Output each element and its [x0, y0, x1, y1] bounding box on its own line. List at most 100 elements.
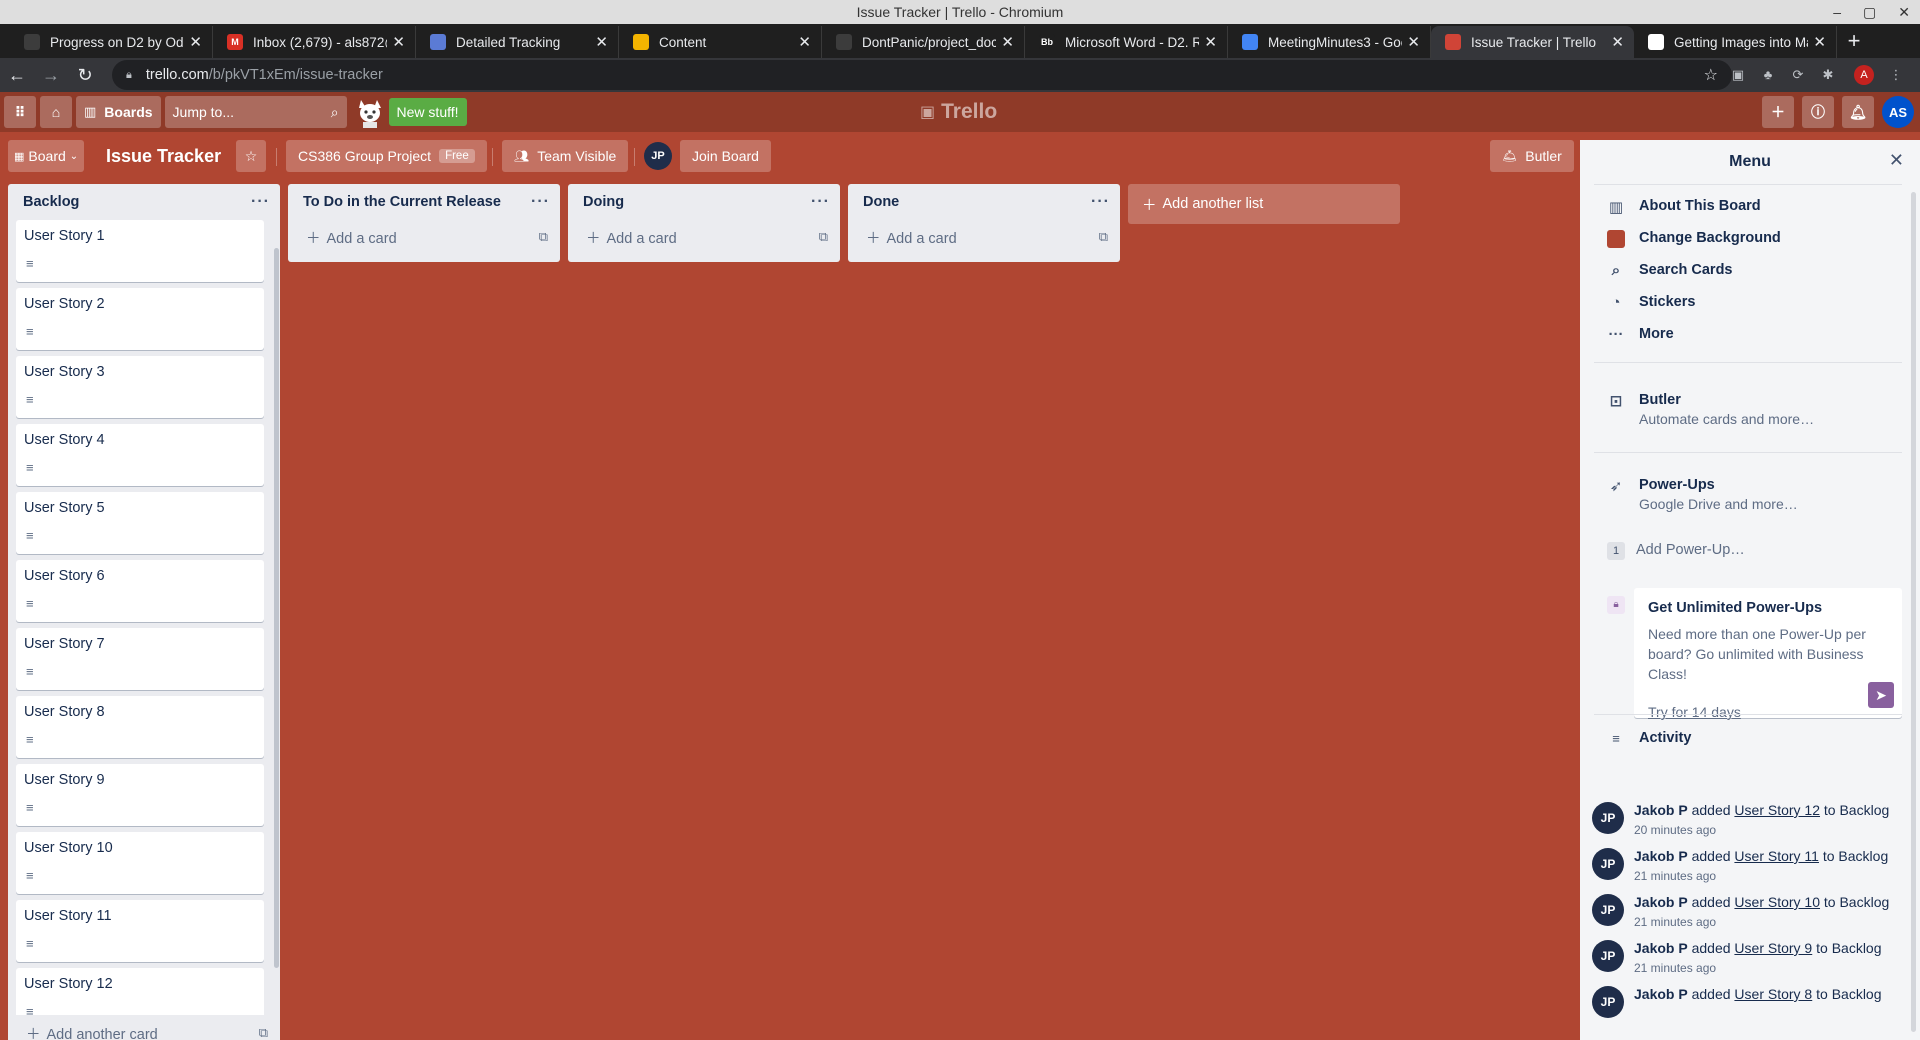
board-title[interactable]: Issue Tracker — [106, 142, 221, 170]
card[interactable]: User Story 7 ≡ — [16, 628, 264, 690]
minimize-icon[interactable]: – — [1833, 0, 1841, 24]
list-menu-icon[interactable]: ··· — [531, 193, 550, 211]
info-icon[interactable]: ⓘ — [1802, 96, 1834, 128]
menu-item-change-background[interactable]: Change Background — [1607, 230, 1781, 252]
back-icon[interactable]: ← — [0, 65, 34, 86]
chrome-menu-icon[interactable]: ⋮ — [1886, 65, 1906, 85]
butler-button[interactable]: 🛎︎ Butler — [1490, 140, 1574, 172]
tab-close-icon[interactable]: ✕ — [798, 33, 811, 51]
member-avatar[interactable]: JP — [1592, 802, 1624, 834]
activity-user[interactable]: Jakob P — [1634, 986, 1688, 1002]
url-input[interactable]: 🔒︎ trello.com/b/pkVT1xEm/issue-tracker ☆ — [112, 60, 1732, 90]
menu-scrollbar[interactable] — [1911, 192, 1916, 1032]
card[interactable]: User Story 2 ≡ — [16, 288, 264, 350]
activity-user[interactable]: Jakob P — [1634, 940, 1688, 956]
try-free-link[interactable]: Try for 14 days — [1648, 704, 1741, 720]
tab-close-icon[interactable]: ✕ — [1407, 33, 1420, 51]
tab-close-icon[interactable]: ✕ — [1204, 33, 1217, 51]
menu-item-powerups[interactable]: ➶ Power-Ups Google Drive and more… — [1607, 477, 1798, 512]
trello-logo[interactable]: ▣ Trello — [920, 100, 997, 124]
maximize-icon[interactable]: ▢ — [1863, 0, 1876, 24]
member-avatar[interactable]: JP — [644, 142, 672, 170]
join-board-button[interactable]: Join Board — [680, 140, 771, 172]
puzzle-icon[interactable]: ✱ — [1818, 65, 1838, 85]
add-powerup-link[interactable]: Add Power-Up… — [1636, 542, 1745, 558]
list-title[interactable]: To Do in the Current Release — [303, 194, 501, 210]
extension-icon[interactable]: ♣ — [1758, 65, 1778, 85]
activity-card-link[interactable]: User Story 12 — [1734, 802, 1820, 818]
visibility-button[interactable]: 👥︎ Team Visible — [502, 140, 629, 172]
browser-tab[interactable]: Progress on D2 by Odd ✕ — [10, 26, 213, 58]
team-button[interactable]: CS386 Group Project Free — [286, 140, 487, 172]
browser-tab[interactable]: Issue Tracker | Trello ✕ — [1431, 26, 1634, 58]
list-scrollbar[interactable] — [274, 248, 279, 968]
member-avatar[interactable]: JP — [1592, 894, 1624, 926]
menu-item-butler[interactable]: ⊡ Butler Automate cards and more… — [1607, 392, 1814, 427]
add-list-button[interactable]: ＋ Add another list — [1128, 184, 1400, 224]
jump-to-search[interactable]: Jump to... ⌕ — [164, 96, 347, 128]
tab-close-icon[interactable]: ✕ — [1001, 33, 1014, 51]
list-title[interactable]: Done — [863, 194, 899, 210]
list-menu-icon[interactable]: ··· — [811, 193, 830, 211]
activity-user[interactable]: Jakob P — [1634, 848, 1688, 864]
card-template-icon[interactable]: ⧉ — [259, 1025, 268, 1040]
add-card-button[interactable]: ＋ Add a card ⧉ — [568, 220, 840, 254]
card[interactable]: User Story 8 ≡ — [16, 696, 264, 758]
card[interactable]: User Story 11 ≡ — [16, 900, 264, 962]
tab-close-icon[interactable]: ✕ — [392, 33, 405, 51]
member-avatar[interactable]: JP — [1592, 848, 1624, 880]
menu-item-about[interactable]: ▥ About This Board — [1607, 198, 1761, 216]
browser-tab[interactable]: Bb Microsoft Word - D2. Re ✕ — [1025, 26, 1228, 58]
card-template-icon[interactable]: ⧉ — [819, 229, 828, 245]
create-button[interactable]: ＋ — [1762, 96, 1794, 128]
new-tab-button[interactable]: + — [1837, 26, 1871, 58]
user-avatar[interactable]: AS — [1882, 96, 1914, 128]
list-menu-icon[interactable]: ··· — [251, 193, 270, 211]
browser-tab[interactable]: DontPanic/project_doc ✕ — [822, 26, 1025, 58]
profile-avatar[interactable]: A — [1854, 65, 1874, 85]
reload-icon[interactable]: ↻ — [68, 65, 102, 86]
extension-icon[interactable]: ⟳ — [1788, 65, 1808, 85]
browser-tab[interactable]: Getting Images into Ma ✕ — [1634, 26, 1837, 58]
activity-card-link[interactable]: User Story 8 — [1734, 986, 1812, 1002]
card-template-icon[interactable]: ⧉ — [1099, 229, 1108, 245]
list-title[interactable]: Backlog — [23, 194, 79, 210]
list-title[interactable]: Doing — [583, 194, 624, 210]
card[interactable]: User Story 12 ≡ — [16, 968, 264, 1015]
list-menu-icon[interactable]: ··· — [1091, 193, 1110, 211]
member-avatar[interactable]: JP — [1592, 940, 1624, 972]
new-stuff-button[interactable]: New stuff! — [388, 98, 467, 126]
tab-close-icon[interactable]: ✕ — [189, 33, 202, 51]
forward-icon[interactable]: → — [34, 65, 68, 86]
activity-card-link[interactable]: User Story 9 — [1734, 940, 1812, 956]
add-card-button[interactable]: ＋ Add a card ⧉ — [288, 220, 560, 254]
activity-user[interactable]: Jakob P — [1634, 894, 1688, 910]
taco-mascot-icon[interactable] — [355, 96, 385, 128]
boards-button[interactable]: ▥ Boards — [76, 96, 161, 128]
card[interactable]: User Story 3 ≡ — [16, 356, 264, 418]
apps-icon[interactable]: ⠿ — [4, 96, 36, 128]
card-template-icon[interactable]: ⧉ — [539, 229, 548, 245]
card[interactable]: User Story 4 ≡ — [16, 424, 264, 486]
activity-user[interactable]: Jakob P — [1634, 802, 1688, 818]
star-board-icon[interactable]: ☆ — [236, 140, 266, 172]
activity-card-link[interactable]: User Story 10 — [1734, 894, 1820, 910]
board-view-switcher[interactable]: ▦ Board ⌄ — [8, 140, 85, 172]
tab-close-icon[interactable]: ✕ — [1611, 33, 1624, 51]
add-card-button[interactable]: ＋ Add another card ⧉ — [8, 1016, 280, 1040]
menu-item-search-cards[interactable]: ⌕ Search Cards — [1607, 262, 1733, 279]
add-card-button[interactable]: ＋ Add a card ⧉ — [848, 220, 1120, 254]
extension-icon[interactable]: ▣ — [1728, 65, 1748, 85]
tab-close-icon[interactable]: ✕ — [595, 33, 608, 51]
notifications-icon[interactable]: 🔔︎ — [1842, 96, 1874, 128]
browser-tab[interactable]: MeetingMinutes3 - Goo ✕ — [1228, 26, 1431, 58]
card[interactable]: User Story 9 ≡ — [16, 764, 264, 826]
tab-close-icon[interactable]: ✕ — [1813, 33, 1826, 51]
browser-tab[interactable]: Content ✕ — [619, 26, 822, 58]
card[interactable]: User Story 1 ≡ — [16, 220, 264, 282]
menu-item-more[interactable]: ··· More — [1607, 326, 1674, 343]
close-icon[interactable]: ✕ — [1889, 150, 1904, 171]
send-icon[interactable]: ➤ — [1868, 682, 1894, 708]
activity-card-link[interactable]: User Story 11 — [1734, 848, 1819, 864]
menu-item-stickers[interactable]: ◔ Stickers — [1607, 294, 1695, 311]
